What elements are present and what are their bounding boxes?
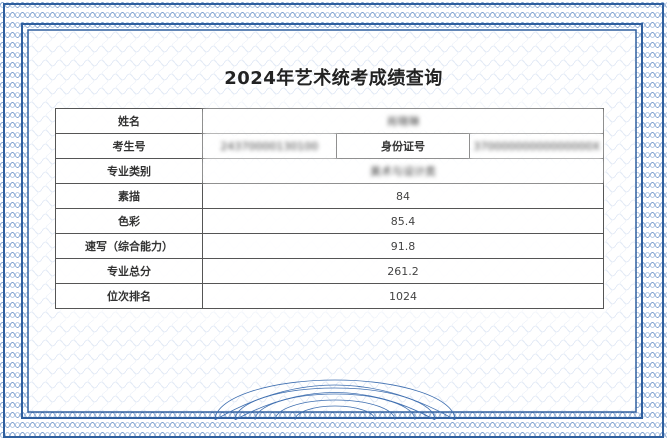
table-row: 姓名 肖晓琳 — [55, 108, 604, 134]
quick-sketch-label: 速写（综合能力） — [55, 233, 203, 259]
table-row: 色彩 85.4 — [55, 208, 604, 234]
score-table: 姓名 肖晓琳 考生号 24370000130100 身份证号 370000000… — [55, 108, 604, 309]
exam-number-label: 考生号 — [55, 133, 203, 159]
bottom-ornament — [214, 379, 456, 420]
rank-label: 位次排名 — [55, 283, 203, 309]
color-label: 色彩 — [55, 208, 203, 234]
name-value: 肖晓琳 — [202, 108, 604, 134]
total-score: 261.2 — [202, 258, 604, 284]
exam-number-value: 24370000130100 — [202, 133, 337, 159]
page-title: 2024年艺术统考成绩查询 — [224, 68, 443, 89]
table-row: 考生号 24370000130100 身份证号 3700000000000000… — [55, 133, 604, 159]
sketch-label: 素描 — [55, 183, 203, 209]
table-row: 位次排名 1024 — [55, 283, 604, 309]
table-row: 素描 84 — [55, 183, 604, 209]
table-row: 速写（综合能力） 91.8 — [55, 233, 604, 259]
id-number-value: 37000000000000000X — [469, 133, 604, 159]
table-row: 专业类别 美术与设计类 — [55, 158, 604, 184]
total-label: 专业总分 — [55, 258, 203, 284]
id-number-label: 身份证号 — [335, 133, 471, 159]
name-label: 姓名 — [55, 108, 203, 134]
category-label: 专业类别 — [55, 158, 203, 184]
table-row: 专业总分 261.2 — [55, 258, 604, 284]
quick-sketch-score: 91.8 — [202, 233, 604, 259]
color-score: 85.4 — [202, 208, 604, 234]
category-value: 美术与设计类 — [202, 158, 604, 184]
rank-value: 1024 — [202, 283, 604, 309]
sketch-score: 84 — [202, 183, 604, 209]
